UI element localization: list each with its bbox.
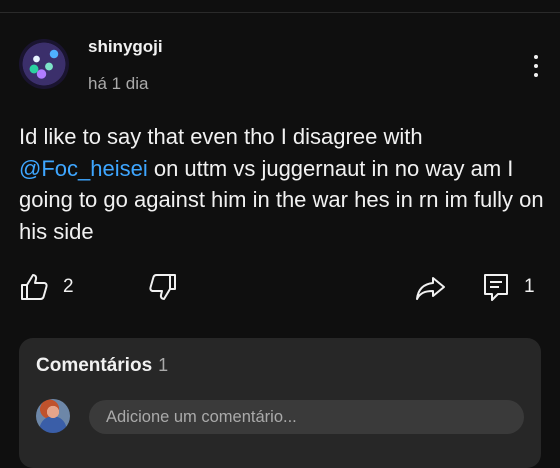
comments-title: Comentários <box>36 355 153 376</box>
top-divider <box>0 12 560 13</box>
comment-button[interactable]: 1 <box>482 269 535 305</box>
share-button[interactable] <box>415 269 447 305</box>
mention-link[interactable]: @Foc_heisei <box>19 156 148 181</box>
like-count: 2 <box>63 276 74 297</box>
post-body: Id like to say that even tho I disagree … <box>19 121 549 247</box>
comments-header: Comentários 1 <box>36 355 168 377</box>
comments-total: 1 <box>158 355 169 375</box>
more-dot <box>534 55 538 59</box>
author-avatar[interactable] <box>19 39 69 89</box>
more-vertical-icon[interactable] <box>526 51 546 81</box>
comment-count: 1 <box>524 276 535 297</box>
comments-panel[interactable]: Comentários 1 <box>19 338 541 468</box>
post-timestamp: há 1 dia <box>88 74 149 93</box>
user-avatar <box>36 399 70 433</box>
action-bar: 2 1 <box>0 269 560 305</box>
author-username[interactable]: shinygoji <box>88 37 163 57</box>
more-dot <box>534 64 538 68</box>
share-icon <box>416 277 445 300</box>
thumbs-down-icon <box>149 274 176 300</box>
dislike-button[interactable] <box>148 269 178 305</box>
comment-icon <box>484 274 508 301</box>
add-comment-input[interactable] <box>89 400 524 434</box>
thumbs-up-icon <box>21 274 48 300</box>
like-button[interactable]: 2 <box>19 269 74 305</box>
more-dot <box>534 73 538 77</box>
post-text-start: Id like to say that even tho I disagree … <box>19 124 423 149</box>
